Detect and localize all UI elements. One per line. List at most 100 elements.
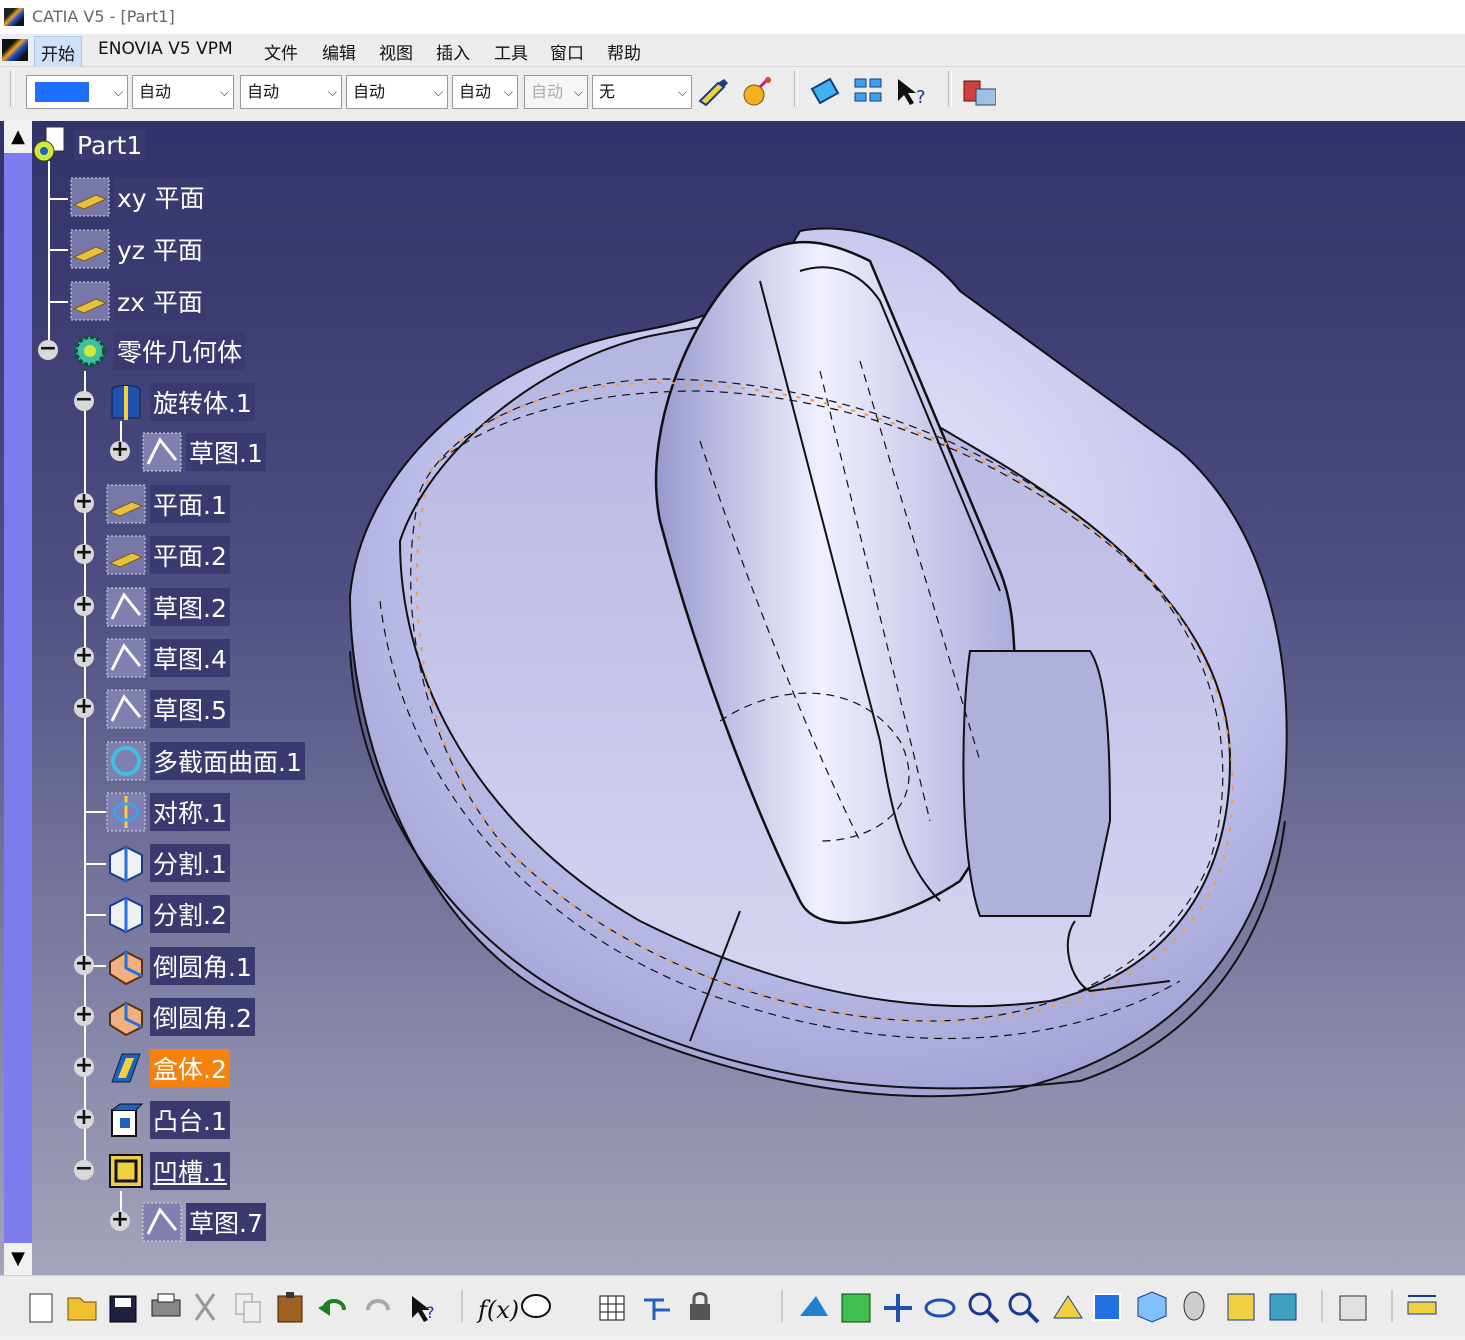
menu-window[interactable]: 窗口 <box>546 39 588 64</box>
sketch-icon <box>142 1202 182 1242</box>
cut-icon[interactable] <box>194 1293 216 1321</box>
menu-enovia[interactable]: ENOVIA V5 VPM <box>94 39 237 59</box>
swap-visible-icon[interactable] <box>1269 1293 1297 1321</box>
redo-icon[interactable] <box>366 1299 390 1311</box>
chevron-down-icon: ⌵ <box>327 85 337 99</box>
new-icon[interactable] <box>29 1293 53 1323</box>
tree-node-part-body[interactable]: 零件几何体 <box>70 332 246 370</box>
3d-viewport[interactable]: ▲ ▼ Part1 xy 平面 yz 平面 zx 平面 − 零件几何体 − 旋转… <box>0 121 1465 1275</box>
whats-this-button[interactable]: ? <box>894 75 928 109</box>
tree-node-feature[interactable]: 草图.4 <box>106 638 230 678</box>
line-width-combo[interactable]: 自动 ⌵ <box>240 75 342 109</box>
tree-node-feature[interactable]: 草图.2 <box>106 587 230 627</box>
table-icon[interactable] <box>599 1295 625 1321</box>
tree-label: xy 平面 <box>114 178 208 216</box>
normal-view-icon[interactable] <box>1053 1295 1083 1319</box>
tree-node-zx-plane[interactable]: zx 平面 <box>70 281 206 321</box>
tree-node-revolve[interactable]: 旋转体.1 <box>106 383 255 421</box>
expand-feature-icon[interactable]: + <box>74 1004 94 1026</box>
chevron-down-icon: ⌵ <box>503 85 513 99</box>
collapse-feature-icon[interactable]: − <box>74 1157 94 1180</box>
fly-icon[interactable] <box>800 1296 828 1316</box>
expand-sketch7-icon[interactable]: + <box>110 1209 130 1231</box>
tree-node-feature[interactable]: 倒圆角.1 <box>106 946 255 985</box>
pan-icon[interactable] <box>884 1294 912 1322</box>
tree-view-icon[interactable] <box>644 1298 670 1320</box>
fit-all-icon[interactable] <box>841 1293 871 1323</box>
point-type-combo[interactable]: 自动 ⌵ <box>452 75 518 109</box>
catalog-button[interactable] <box>962 77 996 111</box>
tree-node-feature[interactable]: 多截面曲面.1 <box>106 741 305 780</box>
tree-node-feature[interactable]: 凸台.1 <box>106 1100 230 1139</box>
multi-view-button[interactable] <box>852 75 886 109</box>
tree-node-feature[interactable]: 平面.2 <box>106 535 230 575</box>
expand-sketch1-icon[interactable]: + <box>110 439 130 461</box>
render-style-combo[interactable]: 无 ⌵ <box>592 75 692 109</box>
save-icon[interactable] <box>109 1295 137 1323</box>
expand-feature-icon[interactable]: + <box>74 696 94 719</box>
iso-view-icon[interactable] <box>1137 1291 1167 1323</box>
menu-help[interactable]: 帮助 <box>603 39 645 64</box>
tree-node-feature[interactable]: 凹槽.1 <box>106 1151 230 1190</box>
tree-node-sketch1[interactable]: 草图.1 <box>142 432 266 472</box>
zoom-in-icon[interactable] <box>968 1292 1000 1324</box>
apply-material-button[interactable] <box>808 75 842 109</box>
collapse-body-icon[interactable]: − <box>38 338 58 360</box>
expand-feature-icon[interactable]: + <box>74 644 94 667</box>
whats-this-icon[interactable]: ? <box>412 1296 435 1322</box>
quick-select-button[interactable] <box>740 75 774 109</box>
tree-node-feature[interactable]: 对称.1 <box>106 792 230 832</box>
menu-file[interactable]: 文件 <box>260 39 302 64</box>
expand-feature-icon[interactable]: + <box>74 542 94 565</box>
tree-node-feature[interactable]: 分割.1 <box>106 844 230 883</box>
tree-label: 平面.2 <box>150 536 230 575</box>
paste-icon[interactable] <box>277 1292 303 1323</box>
comment-icon[interactable] <box>521 1294 551 1318</box>
transparency-combo[interactable]: 自动 ⌵ <box>132 75 234 109</box>
menu-tools[interactable]: 工具 <box>490 39 532 64</box>
tree-node-feature[interactable]: 盒体.2 <box>106 1049 230 1088</box>
tree-node-feature[interactable]: 平面.1 <box>106 484 230 524</box>
expand-feature-icon[interactable]: + <box>74 593 94 616</box>
menu-insert[interactable]: 插入 <box>432 39 474 64</box>
expand-feature-icon[interactable]: + <box>74 491 94 513</box>
tree-root-part1[interactable]: Part1 <box>30 126 146 163</box>
tree-node-feature[interactable]: 草图.5 <box>106 689 230 729</box>
tree-node-yz-plane[interactable]: yz 平面 <box>70 229 206 269</box>
multisection-surface-icon <box>106 741 146 780</box>
catalog-browser-icon[interactable] <box>1339 1295 1367 1321</box>
print-icon[interactable] <box>151 1293 181 1317</box>
open-icon[interactable] <box>67 1297 97 1321</box>
tree-node-sketch7[interactable]: 草图.7 <box>142 1202 266 1242</box>
collapse-revolve-icon[interactable]: − <box>74 389 94 411</box>
expand-feature-icon[interactable]: + <box>74 1055 94 1078</box>
multi-view-icon[interactable] <box>1093 1293 1121 1321</box>
copy-icon[interactable] <box>235 1293 261 1323</box>
tree-node-feature[interactable]: 倒圆角.2 <box>106 998 255 1037</box>
measure-icon[interactable] <box>1407 1295 1437 1315</box>
catia-menu-logo-icon[interactable] <box>2 39 28 61</box>
shading-icon[interactable] <box>1183 1291 1205 1321</box>
expand-feature-icon[interactable]: + <box>74 952 94 975</box>
scroll-up-icon[interactable]: ▲ <box>4 121 32 153</box>
help-pointer-icon: ? <box>898 79 926 108</box>
line-type-combo[interactable]: 自动 ⌵ <box>346 75 448 109</box>
rotate-icon[interactable] <box>924 1298 956 1318</box>
undo-icon[interactable] <box>318 1299 346 1316</box>
scroll-down-icon[interactable]: ▼ <box>4 1243 32 1275</box>
menu-edit[interactable]: 编辑 <box>318 39 360 64</box>
expand-feature-icon[interactable]: + <box>74 1106 94 1129</box>
painter-button[interactable] <box>696 75 730 109</box>
tree-scrollbar[interactable]: ▲ ▼ <box>4 121 32 1275</box>
tree-node-xy-plane[interactable]: xy 平面 <box>70 177 208 217</box>
properties-toolbar: ⌵ 自动 ⌵ 自动 ⌵ 自动 ⌵ 自动 ⌵ 自动 ⌵ 无 ⌵ ? <box>0 67 1465 121</box>
menu-view[interactable]: 视图 <box>375 39 417 64</box>
plane-icon <box>106 484 146 524</box>
color-combo[interactable]: ⌵ <box>26 75 128 109</box>
zoom-out-icon[interactable] <box>1008 1292 1040 1324</box>
hide-show-icon[interactable] <box>1227 1293 1255 1321</box>
menu-start[interactable]: 开始 <box>34 36 82 69</box>
lock-icon[interactable] <box>690 1292 710 1321</box>
tree-node-feature[interactable]: 分割.2 <box>106 895 230 934</box>
formula-icon[interactable]: f(x) <box>476 1296 519 1324</box>
